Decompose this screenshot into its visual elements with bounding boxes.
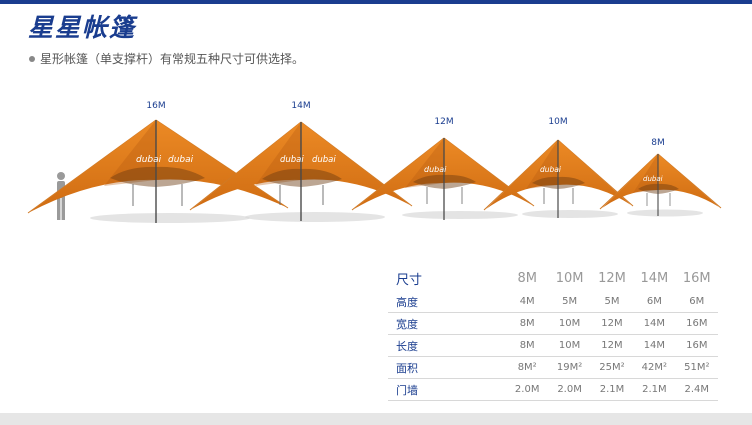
spec-cell: 8M² (506, 356, 549, 379)
spec-cell: 2.1M (590, 378, 634, 401)
spec-header-label: 尺寸 (396, 272, 423, 288)
spec-cell: 14M (633, 334, 676, 357)
spec-cell: 8M (506, 334, 549, 357)
tent-10m: 10M dubai (483, 117, 634, 218)
spec-header-size: 8M (517, 270, 537, 286)
subtitle-text: 星形帐篷（单支撑杆）有常规五种尺寸可供选择。 (40, 52, 305, 66)
spec-cell: 5M (590, 291, 634, 313)
tent-brand-logo: dubai (280, 155, 304, 165)
spec-cell: 10M (548, 334, 591, 357)
spec-header-size: 16M (682, 270, 711, 286)
spec-cell: 6M (675, 291, 718, 313)
spec-header-size: 12M (598, 270, 626, 286)
tent-brand-logo: dubai (424, 165, 447, 174)
tent-12m: 12M dubai (351, 117, 535, 220)
page-title: 星星帐篷 (28, 13, 137, 42)
spec-cell: 10M (548, 312, 591, 335)
spec-cell: 2.0M (548, 378, 591, 401)
spec-table: 尺寸 8M 10M 12M 14M 16M 高度 4M 5M 5M 6M 6M … (388, 265, 718, 401)
spec-cell: 6M (633, 291, 676, 313)
subtitle: 星形帐篷（单支撑杆）有常规五种尺寸可供选择。 (29, 50, 304, 67)
spec-header-size: 14M (640, 270, 669, 286)
spec-header-size: 10M (555, 270, 584, 286)
spec-row-label: 长度 (388, 334, 506, 357)
spec-cell: 19M² (548, 356, 591, 379)
tent-8m: 8M dubai (599, 138, 722, 217)
spec-row-width: 宽度 8M 10M 12M 14M 16M (388, 312, 718, 335)
spec-header-row: 尺寸 8M 10M 12M 14M 16M (388, 265, 718, 291)
spec-cell: 14M (633, 312, 676, 335)
tent-16m: 16M dubai dubai (27, 101, 289, 223)
spec-row-area: 面积 8M² 19M² 25M² 42M² 51M² (388, 356, 718, 379)
spec-row-label: 高度 (388, 291, 506, 313)
spec-cell: 2.0M (506, 378, 549, 401)
spec-cell: 42M² (633, 356, 676, 379)
tent-brand-logo: dubai (168, 155, 194, 165)
spec-cell: 25M² (590, 356, 634, 379)
spec-cell: 2.4M (675, 378, 718, 401)
spec-row-door-wall: 门墙 2.0M 2.0M 2.1M 2.1M 2.4M (388, 378, 718, 401)
tent-size-label: 10M (548, 117, 567, 127)
tent-size-label: 16M (146, 101, 165, 111)
spec-row-length: 长度 8M 10M 12M 14M 16M (388, 334, 718, 357)
spec-cell: 16M (675, 334, 718, 357)
spec-cell: 16M (675, 312, 718, 335)
spec-row-label: 门墙 (388, 378, 506, 401)
spec-cell: 2.1M (633, 378, 676, 401)
spec-row-label: 宽度 (388, 312, 506, 335)
tent-brand-logo: dubai (540, 165, 562, 174)
tent-brand-logo: dubai (643, 175, 663, 183)
tent-brand-logo: dubai (312, 155, 336, 165)
spec-cell: 12M (590, 312, 634, 335)
spec-cell: 5M (548, 291, 591, 313)
bullet-dot-icon (29, 55, 35, 62)
tent-size-label: 8M (651, 138, 665, 148)
tent-brand-logo: dubai (136, 155, 162, 165)
footer-band (0, 413, 752, 425)
tent-size-label: 14M (291, 101, 310, 111)
spec-cell: 4M (506, 291, 549, 313)
tent-14m: 14M dubai dubai (189, 101, 413, 222)
spec-row-height: 高度 4M 5M 5M 6M 6M (388, 291, 718, 313)
spec-cell: 51M² (675, 356, 718, 379)
top-accent-line (0, 0, 752, 4)
spec-row-label: 面积 (388, 356, 506, 379)
spec-cell: 8M (506, 312, 549, 335)
tent-size-label: 12M (434, 117, 453, 127)
spec-cell: 12M (590, 334, 634, 357)
tent-illustration: 16M dubai dubai 14M dubai dubai 12M duba… (27, 101, 722, 223)
